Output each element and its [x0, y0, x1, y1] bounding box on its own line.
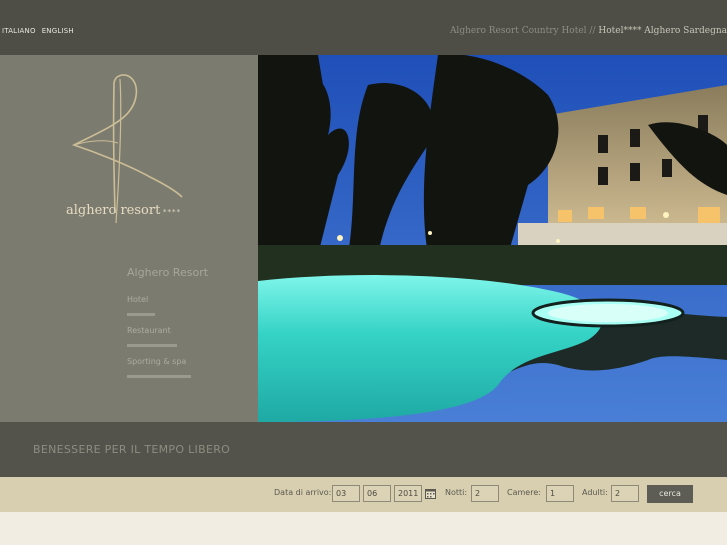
nav-item-restaurant[interactable]: Restaurant: [127, 326, 171, 335]
left-panel: alghero resort **** Alghero Resort Hotel…: [0, 55, 258, 422]
arrival-date-label: Data di arrivo:: [274, 488, 332, 497]
calendar-icon[interactable]: [425, 488, 436, 499]
nav-item-sporting-spa[interactable]: Sporting & spa: [127, 357, 186, 366]
top-bar: ITALIANO ENGLISH Alghero Resort Country H…: [0, 0, 727, 55]
nights-field[interactable]: 2: [471, 485, 499, 502]
nav-title: Alghero Resort: [127, 266, 209, 279]
nav-bar-hotel: [127, 313, 155, 316]
rooms-label: Camere:: [507, 488, 541, 497]
hero-photo: [258, 55, 727, 422]
lang-italiano-link[interactable]: ITALIANO: [2, 27, 36, 35]
nav-item-hotel[interactable]: Hotel: [127, 295, 148, 304]
arrival-day-field[interactable]: 03: [332, 485, 360, 502]
adults-field[interactable]: 2: [611, 485, 639, 502]
adults-label: Adulti:: [582, 488, 608, 497]
logo-stars: ****: [163, 208, 181, 216]
arrival-year-field[interactable]: 2011: [394, 485, 422, 502]
booking-bar: Data di arrivo: 03 06 2011 Notti: 2 Came…: [0, 477, 727, 512]
nav-bar-sporting-spa: [127, 375, 191, 378]
banner-text: BENESSERE PER IL TEMPO LIBERO: [33, 443, 231, 456]
language-switcher: ITALIANO ENGLISH: [2, 27, 80, 35]
tagline-banner: BENESSERE PER IL TEMPO LIBERO: [0, 422, 727, 477]
site-tagline: Alghero Resort Country Hotel // Hotel***…: [450, 26, 727, 36]
lang-english-link[interactable]: ENGLISH: [42, 27, 74, 35]
arrival-month-field[interactable]: 06: [363, 485, 391, 502]
tagline-highlight: Hotel**** Alghero Sardegna: [598, 26, 727, 36]
search-button[interactable]: cerca: [647, 485, 693, 503]
nav-bar-restaurant: [127, 344, 177, 347]
nights-label: Notti:: [445, 488, 468, 497]
rooms-field[interactable]: 1: [546, 485, 574, 502]
logo-wordmark: alghero resort: [66, 203, 161, 218]
pool-night-image: [258, 55, 727, 422]
tagline-prefix: Alghero Resort Country Hotel //: [449, 26, 596, 36]
